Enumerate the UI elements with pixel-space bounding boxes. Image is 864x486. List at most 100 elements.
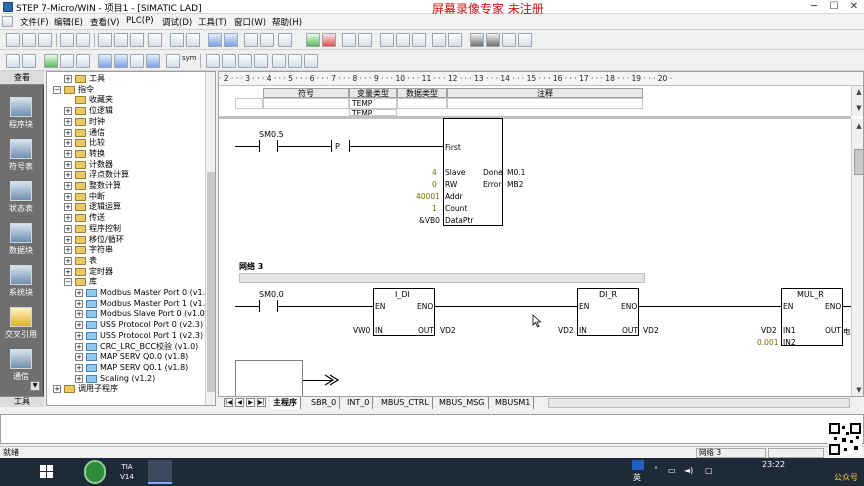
expand-icon[interactable]: + [75, 321, 83, 330]
tree-item[interactable]: + 表 [47, 256, 207, 267]
ime-mode[interactable]: 英 [633, 472, 641, 483]
tree-item[interactable]: + Scaling (v1.2) [47, 374, 207, 385]
expand-icon[interactable]: + [75, 289, 83, 297]
tab-int0[interactable]: INT_0 [344, 397, 374, 409]
expand-icon[interactable]: + [64, 214, 72, 223]
expand-icon[interactable]: + [53, 385, 61, 394]
horizontal-scrollbar[interactable] [548, 398, 850, 408]
undo-icon[interactable] [148, 33, 162, 47]
positive-edge-label[interactable]: P [335, 142, 340, 151]
print-icon[interactable] [60, 33, 74, 47]
menu-help[interactable]: 帮助(H) [272, 16, 302, 28]
table-icon[interactable] [76, 54, 90, 68]
paste-icon[interactable] [130, 33, 144, 47]
network-3-title[interactable]: 网络 3 [239, 261, 263, 272]
delete-network-icon[interactable] [114, 54, 128, 68]
expand-icon[interactable]: + [64, 139, 72, 148]
force-icon[interactable] [432, 33, 446, 47]
minimize-button[interactable]: ─ [804, 0, 824, 14]
scroll-up-icon[interactable]: ▲ [854, 88, 863, 98]
expand-icon[interactable]: + [75, 342, 83, 351]
ladder-icon[interactable] [6, 54, 20, 68]
tree-item[interactable]: + 字符串 [47, 245, 207, 256]
new-icon[interactable] [6, 33, 20, 47]
expand-icon[interactable]: + [75, 374, 83, 383]
expand-icon[interactable]: + [75, 310, 83, 319]
expand-icon[interactable]: + [75, 331, 83, 340]
cell-selection[interactable] [235, 360, 303, 398]
tab-main[interactable]: 主程序 [270, 397, 301, 409]
network-icon[interactable]: ▭ [668, 466, 676, 475]
tree-item[interactable]: + Modbus Master Port 1 (v1.2) [47, 299, 213, 310]
nav-item-data-block[interactable]: 数据块 [2, 221, 40, 261]
grid-icon[interactable] [60, 54, 74, 68]
contact-icon[interactable] [272, 54, 286, 68]
tree-item[interactable]: + 转换 [47, 149, 207, 160]
tab-mbusm1[interactable]: MBUSM1 [492, 397, 535, 409]
scroll-down-icon[interactable]: ▼ [854, 385, 863, 395]
cut-icon[interactable] [98, 33, 112, 47]
single-read-icon[interactable] [412, 33, 426, 47]
compile-all-icon[interactable] [186, 33, 200, 47]
fbd-icon[interactable] [44, 54, 58, 68]
nav-item-program-block[interactable]: 程序块 [2, 95, 40, 135]
value-in[interactable]: VW0 [353, 326, 370, 335]
nav-item-cross-reference[interactable]: 交叉引用 [2, 305, 40, 345]
expand-icon[interactable]: + [64, 182, 72, 190]
expand-icon[interactable]: + [64, 256, 72, 265]
tree-item[interactable]: + 定时器 [47, 267, 207, 278]
tree-item[interactable]: + 整数计算 [47, 181, 207, 192]
tree-item[interactable]: + 逻辑运算 [47, 202, 207, 213]
close-button[interactable]: ✕ [844, 0, 864, 14]
browser-icon[interactable] [84, 460, 106, 484]
tree-item[interactable]: + MAP SERV Q0.1 (v1.8) [47, 363, 207, 374]
nav-item-system-block[interactable]: 系统块 [2, 263, 40, 303]
nav-footer[interactable]: 工具 [0, 396, 44, 407]
print-preview-icon[interactable] [76, 33, 90, 47]
stl-icon[interactable] [22, 54, 36, 68]
expand-icon[interactable]: + [75, 353, 83, 362]
tia-portal-icon[interactable]: TIA V14 [114, 460, 140, 484]
tree-item[interactable]: + 中断 [47, 192, 207, 203]
scroll-down-icon[interactable]: ▼ [854, 104, 863, 114]
collapse-icon[interactable]: − [53, 85, 61, 94]
coil-icon[interactable] [288, 54, 302, 68]
tree-item[interactable]: 收藏夹 [47, 95, 207, 106]
write-icon[interactable] [502, 33, 516, 47]
value-in1[interactable]: VD2 [761, 326, 777, 335]
expand-icon[interactable]: + [64, 203, 72, 212]
value-count[interactable]: 1 [432, 204, 437, 213]
expand-icon[interactable]: + [64, 246, 72, 255]
expand-icon[interactable]: + [64, 235, 72, 244]
tree-item[interactable]: + USS Protocol Port 0 (v2.3) [47, 320, 207, 331]
var-cell-symbol[interactable] [263, 98, 349, 109]
tree-item[interactable]: − 库 [47, 277, 207, 288]
editor-scrollbar-thumb[interactable] [854, 149, 863, 175]
expand-icon[interactable]: + [64, 117, 72, 126]
compile-icon[interactable] [170, 33, 184, 47]
tab-prev-icon[interactable]: ◀ [235, 398, 244, 407]
nav-item-symbol-table[interactable]: 符号表 [2, 137, 40, 177]
contact-label[interactable]: SM0.0 [259, 290, 284, 299]
menu-file[interactable]: 文件(F) [20, 16, 49, 28]
line-up-icon[interactable] [222, 54, 236, 68]
open-icon[interactable] [22, 33, 36, 47]
tree-item[interactable]: + 移位/循环 [47, 235, 207, 246]
upload-icon[interactable] [208, 33, 222, 47]
clock-time[interactable]: 23:22 [762, 460, 785, 469]
insert-network-icon[interactable] [98, 54, 112, 68]
line-right-icon[interactable] [254, 54, 268, 68]
tree-scrollbar-thumb[interactable] [207, 172, 215, 392]
tree-item[interactable]: + Modbus Slave Port 0 (v1.0) [47, 309, 208, 320]
doc-icon[interactable] [2, 16, 13, 27]
windows-start-icon[interactable] [40, 465, 54, 479]
toggle-addressing-icon[interactable] [146, 54, 160, 68]
tab-next-icon[interactable]: ▶ [246, 398, 255, 407]
value-in2[interactable]: 0.001 [757, 338, 778, 347]
nav-item-status-chart[interactable]: 状态表 [2, 179, 40, 219]
menu-window[interactable]: 窗口(W) [234, 16, 266, 28]
tree-item[interactable]: + Modbus Master Port 0 (v1.2) [47, 288, 213, 299]
value-out[interactable]: VD2 [643, 326, 659, 335]
stop-icon[interactable] [322, 33, 336, 47]
menu-tools[interactable]: 工具(T) [198, 16, 227, 28]
